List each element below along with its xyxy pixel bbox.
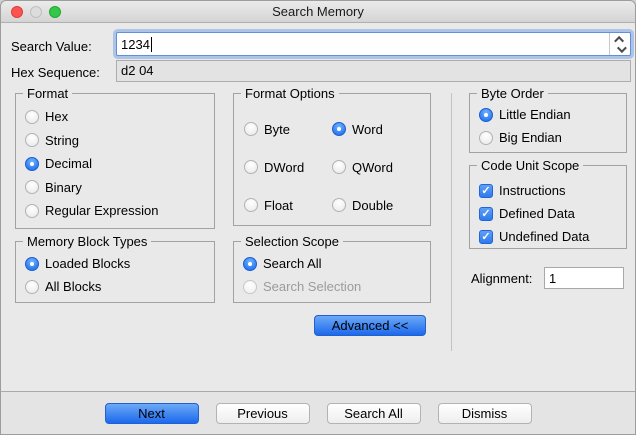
window-controls <box>11 6 61 18</box>
option-label: Big Endian <box>499 130 562 145</box>
button-search-all[interactable]: Search All <box>327 403 421 424</box>
alignment-input[interactable] <box>544 267 624 289</box>
button-previous[interactable]: Previous <box>216 403 310 424</box>
radio-icon[interactable] <box>25 280 39 294</box>
format-options-group-title: Format Options <box>241 86 339 101</box>
option-label: Regular Expression <box>45 203 158 218</box>
radio-option-byte[interactable]: Byte <box>244 110 332 148</box>
selection-scope-group: Selection Scope Search AllSearch Selecti… <box>233 241 431 303</box>
checkbox-option-instructions[interactable]: ✓ Instructions <box>479 179 626 202</box>
radio-option-regular-expression[interactable]: Regular Expression <box>25 199 214 223</box>
option-label: Double <box>352 198 393 213</box>
radio-option-qword[interactable]: QWord <box>332 148 430 186</box>
radio-icon[interactable] <box>25 204 39 218</box>
radio-icon[interactable] <box>332 198 346 212</box>
radio-option-hex[interactable]: Hex <box>25 105 214 129</box>
radio-option-search-all[interactable]: Search All <box>243 252 430 275</box>
radio-option-loaded-blocks[interactable]: Loaded Blocks <box>25 252 214 275</box>
radio-option-search-selection: Search Selection <box>243 275 430 298</box>
radio-icon[interactable] <box>25 133 39 147</box>
radio-option-float[interactable]: Float <box>244 186 332 224</box>
hex-sequence-field: d2 04 <box>116 60 631 82</box>
radio-selected-icon[interactable] <box>332 122 346 136</box>
search-value-label: Search Value: <box>11 39 92 54</box>
option-label: Instructions <box>499 183 565 198</box>
format-group: Format HexStringDecimalBinaryRegular Exp… <box>15 93 215 229</box>
search-value-text: 1234 <box>117 37 150 52</box>
option-label: Defined Data <box>499 206 575 221</box>
radio-icon[interactable] <box>244 198 258 212</box>
window-title: Search Memory <box>272 4 364 19</box>
search-value-input[interactable]: 1234 <box>116 32 631 56</box>
memory-block-types-group: Memory Block Types Loaded BlocksAll Bloc… <box>15 241 215 303</box>
radio-option-all-blocks[interactable]: All Blocks <box>25 275 214 298</box>
option-label: DWord <box>264 160 304 175</box>
checkbox-checked-icon[interactable]: ✓ <box>479 207 493 221</box>
code-unit-scope-group-title: Code Unit Scope <box>477 158 583 173</box>
button-bar: Next Previous Search All Dismiss <box>1 391 635 434</box>
button-next[interactable]: Next <box>105 403 199 424</box>
dialog-content: Search Value: 1234 Hex Sequence: d2 04 F… <box>1 24 635 391</box>
option-label: Search All <box>263 256 322 271</box>
radio-option-little-endian[interactable]: Little Endian <box>479 103 626 126</box>
text-caret <box>151 37 152 52</box>
checkbox-option-defined-data[interactable]: ✓ Defined Data <box>479 202 626 225</box>
radio-icon[interactable] <box>332 160 346 174</box>
advanced-toggle-button[interactable]: Advanced << <box>314 315 426 336</box>
option-label: Search Selection <box>263 279 361 294</box>
radio-option-big-endian[interactable]: Big Endian <box>479 126 626 149</box>
button-dismiss[interactable]: Dismiss <box>438 403 532 424</box>
radio-option-dword[interactable]: DWord <box>244 148 332 186</box>
radio-selected-icon[interactable] <box>243 257 257 271</box>
format-options-group: Format Options ByteWordDWordQWordFloatDo… <box>233 93 431 226</box>
vertical-separator <box>451 93 452 351</box>
checkbox-checked-icon[interactable]: ✓ <box>479 184 493 198</box>
option-label: QWord <box>352 160 393 175</box>
radio-selected-icon[interactable] <box>25 157 39 171</box>
memory-block-types-group-title: Memory Block Types <box>23 234 151 249</box>
checkbox-option-undefined-data[interactable]: ✓ Undefined Data <box>479 225 626 248</box>
option-label: Little Endian <box>499 107 571 122</box>
option-label: String <box>45 133 79 148</box>
byte-order-group: Byte Order Little EndianBig Endian <box>469 93 627 153</box>
option-label: Binary <box>45 180 82 195</box>
close-button[interactable] <box>11 6 23 18</box>
search-memory-dialog: Search Memory Search Value: 1234 Hex Seq… <box>0 0 636 435</box>
option-label: Undefined Data <box>499 229 589 244</box>
format-group-title: Format <box>23 86 72 101</box>
option-label: Byte <box>264 122 290 137</box>
alignment-label: Alignment: <box>471 271 532 286</box>
radio-option-binary[interactable]: Binary <box>25 176 214 200</box>
titlebar: Search Memory <box>1 1 635 23</box>
radio-icon[interactable] <box>244 122 258 136</box>
option-label: All Blocks <box>45 279 101 294</box>
value-stepper[interactable] <box>609 33 630 55</box>
radio-icon[interactable] <box>25 110 39 124</box>
radio-option-word[interactable]: Word <box>332 110 430 148</box>
minimize-button <box>30 6 42 18</box>
option-label: Decimal <box>45 156 92 171</box>
radio-selected-icon[interactable] <box>25 257 39 271</box>
option-label: Float <box>264 198 293 213</box>
code-unit-scope-group: Code Unit Scope ✓Instructions✓Defined Da… <box>469 165 627 249</box>
radio-icon[interactable] <box>25 180 39 194</box>
radio-selected-icon[interactable] <box>479 108 493 122</box>
radio-option-decimal[interactable]: Decimal <box>25 152 214 176</box>
hex-sequence-label: Hex Sequence: <box>11 65 100 80</box>
radio-option-string[interactable]: String <box>25 129 214 153</box>
radio-icon[interactable] <box>244 160 258 174</box>
option-label: Loaded Blocks <box>45 256 130 271</box>
checkbox-checked-icon[interactable]: ✓ <box>479 230 493 244</box>
option-label: Hex <box>45 109 68 124</box>
radio-icon <box>243 280 257 294</box>
radio-icon[interactable] <box>479 131 493 145</box>
radio-option-double[interactable]: Double <box>332 186 430 224</box>
option-label: Word <box>352 122 383 137</box>
selection-scope-group-title: Selection Scope <box>241 234 343 249</box>
byte-order-group-title: Byte Order <box>477 86 548 101</box>
zoom-button[interactable] <box>49 6 61 18</box>
